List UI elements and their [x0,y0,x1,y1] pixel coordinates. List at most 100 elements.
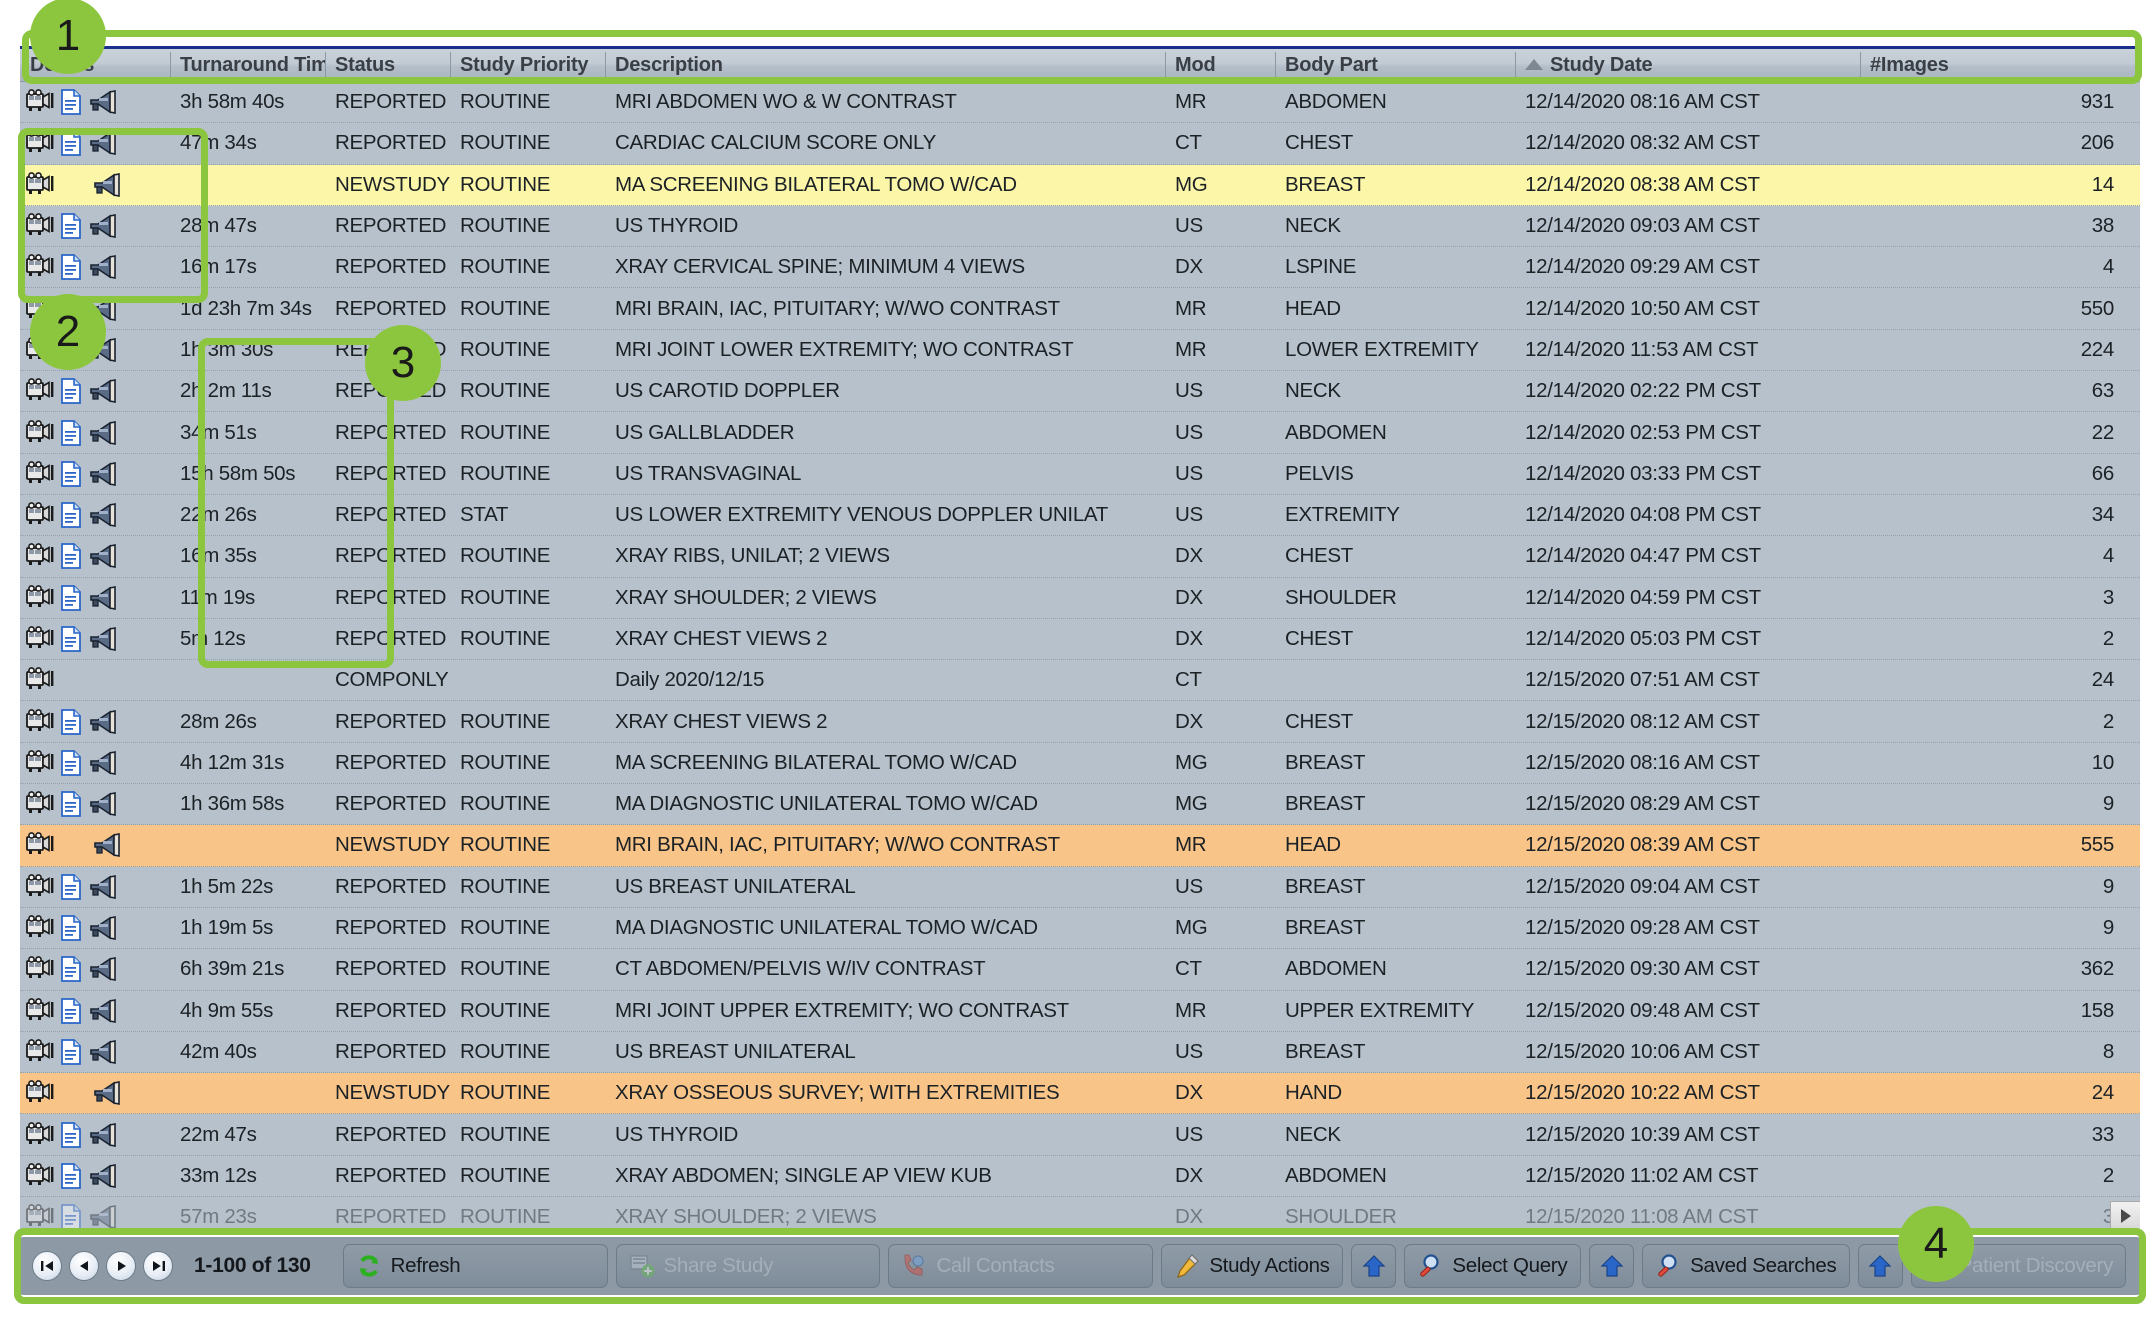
table-row[interactable]: 28m 47s REPORTED ROUTINE US THYROID US NECK 12… [20,205,2140,248]
document-icon[interactable] [60,502,82,529]
video-camera-icon[interactable] [24,130,54,156]
video-camera-icon[interactable] [24,213,54,239]
megaphone-icon[interactable] [88,502,120,528]
table-row[interactable]: 5m 12s REPORTED ROUTINE XRAY CHEST VIEWS 2 D… [20,618,2140,661]
video-camera-icon[interactable] [24,1080,54,1106]
column-header-description[interactable]: Description [605,49,1165,81]
table-row[interactable]: NEWSTUDY ROUTINE MRI BRAIN, IAC, PITUITARY… [20,825,2140,867]
saved-searches-button[interactable]: Saved Searches [1642,1244,1850,1288]
video-camera-icon[interactable] [24,956,54,982]
document-icon[interactable] [60,419,82,446]
megaphone-icon[interactable] [88,213,120,239]
previous-page-button[interactable] [69,1251,99,1281]
table-row[interactable]: 57m 23s REPORTED ROUTINE XRAY SHOULDER; 2 V… [20,1197,2140,1229]
table-row[interactable]: 28m 26s REPORTED ROUTINE XRAY CHEST VIEWS 2… [20,701,2140,743]
video-camera-icon[interactable] [24,543,54,569]
table-row[interactable]: 15h 58m 50s REPORTED ROUTINE US TRANSVAGINA… [20,453,2140,495]
table-row[interactable]: 6h 39m 21s REPORTED ROUTINE CT ABDOMEN/PELV… [20,949,2140,991]
document-icon[interactable] [60,1039,82,1065]
document-icon[interactable] [60,708,82,735]
document-icon[interactable] [60,791,82,818]
study-actions-button[interactable]: Study Actions [1161,1244,1344,1288]
megaphone-icon[interactable] [88,750,120,776]
video-camera-icon[interactable] [24,1121,54,1148]
megaphone-icon[interactable] [88,998,120,1024]
column-header-study-date[interactable]: Study Date [1515,49,1860,81]
document-icon[interactable] [60,130,82,157]
table-row[interactable]: 22m 26s REPORTED STAT US LOWER EXTREMITY VE… [20,494,2140,537]
table-row[interactable]: 42m 40s REPORTED ROUTINE US BREAST UNILATER… [20,1031,2140,1074]
table-row[interactable]: 47m 34s REPORTED ROUTINE CARDIAC CALCIUM SC… [20,123,2140,165]
megaphone-icon[interactable] [88,956,120,982]
video-camera-icon[interactable] [24,708,54,735]
table-row[interactable]: 33m 12s REPORTED ROUTINE XRAY ABDOMEN; SING… [20,1155,2140,1198]
video-camera-icon[interactable] [24,254,54,280]
document-icon[interactable] [60,873,82,900]
table-row[interactable]: 1h 5m 22s REPORTED ROUTINE US BREAST UNILAT… [20,866,2140,908]
table-row[interactable]: 4h 12m 31s REPORTED ROUTINE MA SCREENING BI… [20,742,2140,785]
megaphone-icon[interactable] [88,420,120,446]
horizontal-scroll-right-button[interactable] [2110,1201,2140,1229]
first-page-button[interactable] [32,1251,62,1281]
table-row[interactable]: COMPONLY Daily 2020/12/15 CT 12/15/2020 07:… [20,660,2140,702]
megaphone-icon[interactable] [88,1204,120,1229]
video-camera-icon[interactable] [24,626,54,652]
document-icon[interactable] [60,254,82,281]
megaphone-icon[interactable] [88,915,120,941]
table-row[interactable]: 16m 17s REPORTED ROUTINE XRAY CERVICAL SPIN… [20,247,2140,289]
megaphone-icon[interactable] [88,709,120,735]
refresh-button[interactable]: Refresh [342,1244,608,1288]
megaphone-icon[interactable] [88,874,120,900]
megaphone-icon[interactable] [88,1122,120,1148]
table-row[interactable]: NEWSTUDY ROUTINE XRAY OSSEOUS SURVEY; WITH… [20,1073,2140,1115]
megaphone-icon[interactable] [88,130,120,156]
column-header-mod[interactable]: Mod [1165,49,1275,81]
video-camera-icon[interactable] [24,791,54,817]
megaphone-icon[interactable] [88,1163,120,1189]
megaphone-icon[interactable] [88,543,120,569]
document-icon[interactable] [60,213,82,239]
video-camera-icon[interactable] [24,89,54,115]
document-icon[interactable] [60,749,82,776]
saved-searches-expand-button[interactable] [1857,1244,1903,1288]
video-camera-icon[interactable] [24,1039,54,1065]
video-camera-icon[interactable] [24,584,54,611]
document-icon[interactable] [60,1162,82,1189]
document-icon[interactable] [60,626,82,652]
video-camera-icon[interactable] [24,749,54,776]
document-icon[interactable] [60,1121,82,1148]
table-row[interactable]: 1h 3m 30sREPORTEDROUTINEMRI JOINT LOWER … [20,329,2140,372]
column-header-num-images[interactable]: #Images [1860,49,2140,81]
last-page-button[interactable] [143,1251,173,1281]
video-camera-icon[interactable] [24,378,54,404]
column-header-study-priority[interactable]: Study Priority [450,49,605,81]
table-row[interactable]: NEWSTUDY ROUTINE MA SCREENING BILATERAL TO… [20,164,2140,206]
megaphone-icon[interactable] [88,626,120,652]
megaphone-icon[interactable] [92,172,124,198]
video-camera-icon[interactable] [24,667,54,693]
table-row[interactable]: 1d 23h 7m 34s REPORTED ROUTINE MRI BRAIN, I… [20,288,2140,330]
megaphone-icon[interactable] [92,832,124,858]
select-query-expand-button[interactable] [1589,1244,1635,1288]
document-icon[interactable] [60,584,82,611]
table-row[interactable]: 4h 9m 55s REPORTED ROUTINE MRI JOINT UPPER … [20,990,2140,1032]
video-camera-icon[interactable] [24,997,54,1024]
column-header-turnaround-time[interactable]: Turnaround Time [170,49,325,81]
table-row[interactable]: 2h 2m 11sREPORTEDROUTINEUS CAROTID DOPPL… [20,371,2140,413]
video-camera-icon[interactable] [24,171,54,198]
video-camera-icon[interactable] [24,460,54,487]
document-icon[interactable] [60,89,82,116]
megaphone-icon[interactable] [92,1080,124,1106]
table-row[interactable]: 16m 35s REPORTED ROUTINE XRAY RIBS, UNILAT;… [20,536,2140,578]
document-icon[interactable] [60,997,82,1024]
call-contacts-button[interactable]: Call Contacts [888,1244,1154,1288]
table-row[interactable]: 11m 19s REPORTED ROUTINE XRAY SHOULDER; 2 V… [20,577,2140,619]
column-header-status[interactable]: Status [325,49,450,81]
table-row[interactable]: 22m 47s REPORTED ROUTINE US THYROID US NECK 12… [20,1114,2140,1156]
video-camera-icon[interactable] [24,873,54,900]
table-row[interactable]: 1h 19m 5s REPORTED ROUTINE MA DIAGNOSTIC UN… [20,907,2140,950]
share-study-button[interactable]: Share Study [615,1244,881,1288]
select-query-button[interactable]: Select Query [1404,1244,1582,1288]
megaphone-icon[interactable] [88,1039,120,1065]
megaphone-icon[interactable] [88,585,120,611]
